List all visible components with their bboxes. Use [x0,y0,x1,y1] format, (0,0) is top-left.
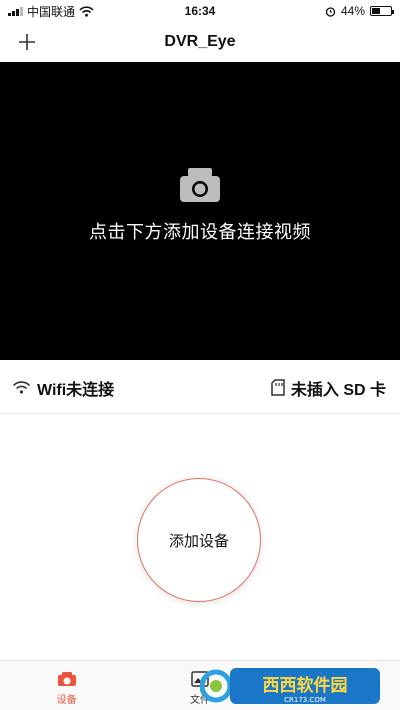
sd-card-icon [271,379,285,396]
camera-icon [57,672,76,686]
wifi-status-label: Wifi未连接 [37,381,115,399]
connection-info-row: Wifi未连接 未插入 SD 卡 [0,362,400,414]
add-device-button[interactable]: 添加设备 [137,478,261,602]
status-left: 中国联通 [8,3,94,20]
battery-level [372,8,380,14]
wifi-status: Wifi未连接 [12,376,114,400]
add-icon-button[interactable] [16,31,38,53]
battery-icon [370,6,394,16]
sd-card-label: 未插入 SD 卡 [290,381,386,399]
video-preview[interactable]: 点击下方添加设备连接视频 [0,62,400,360]
watermark-logo: 西西软件园 CR173.COM [200,668,380,704]
svg-text:CR173.COM: CR173.COM [284,696,326,704]
tab-device[interactable]: 设备 [0,661,133,710]
status-bar: 中国联通 16:34 44% [0,0,400,22]
dashcam-icon [180,168,220,202]
wifi-icon [12,381,31,394]
sd-card-status: 未插入 SD 卡 [271,376,386,400]
status-right: 44% [325,4,394,18]
alarm-icon [325,6,336,17]
page-title: DVR_Eye [164,33,236,50]
nav-bar: DVR_Eye [0,22,400,62]
wifi-status-icon [79,5,94,17]
carrier-label: 中国联通 [27,4,76,19]
video-hint-text: 点击下方添加设备连接视频 [89,222,311,242]
tab-device-label: 设备 [56,695,77,706]
battery-percent: 44% [340,4,365,18]
signal-icon [8,6,23,16]
svg-text:西西软件园: 西西软件园 [263,675,348,696]
